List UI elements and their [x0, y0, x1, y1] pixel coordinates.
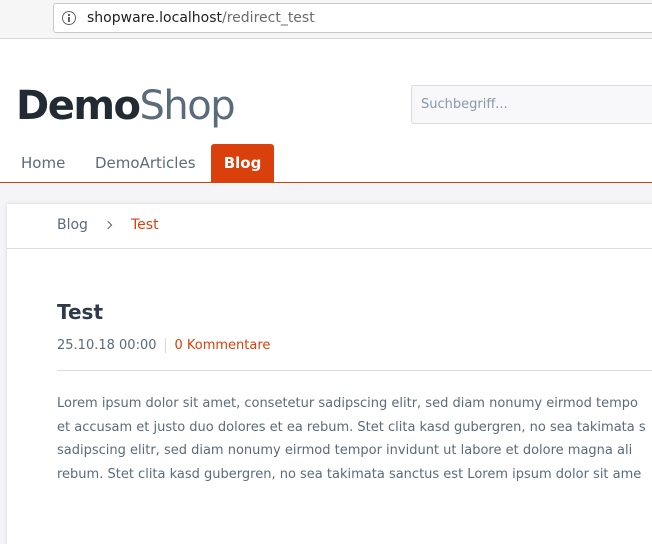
- info-icon[interactable]: [62, 11, 76, 25]
- nav-item-demoarticles[interactable]: DemoArticles: [85, 144, 206, 183]
- meta-divider: [57, 370, 652, 371]
- browser-toolbar: shopware.localhost/redirect_test: [0, 0, 652, 39]
- breadcrumb-item-blog[interactable]: Blog: [57, 217, 88, 233]
- chevron-right-icon: [103, 217, 115, 233]
- url-host: shopware.localhost: [87, 10, 223, 26]
- url-text: shopware.localhost/redirect_test: [87, 10, 315, 26]
- logo-demo-text: Demo: [16, 83, 141, 129]
- post-body-line: et accusam et justo duo dolores et ea re…: [57, 419, 646, 435]
- post-date: 25.10.18 00:00: [57, 338, 166, 353]
- url-path: /redirect_test: [222, 10, 315, 26]
- nav-item-blog[interactable]: Blog: [211, 144, 274, 183]
- breadcrumb: Blog Test: [7, 204, 652, 249]
- breadcrumb-item-test[interactable]: Test: [131, 217, 159, 233]
- post-meta: 25.10.18 00:00 0 Kommentare: [57, 338, 270, 353]
- post-body-line: rebum. Stet clita kasd gubergren, no sea…: [57, 466, 642, 482]
- main-navigation: Home DemoArticles Blog: [0, 144, 652, 183]
- post-body-line: Lorem ipsum dolor sit amet, consetetur s…: [57, 396, 638, 411]
- post-title: Test: [57, 300, 104, 324]
- search-input[interactable]: [411, 85, 652, 124]
- post-body: Lorem ipsum dolor sit amet, consetetur s…: [57, 392, 652, 486]
- nav-item-home[interactable]: Home: [11, 144, 75, 183]
- shop-logo[interactable]: DemoShop: [16, 82, 236, 130]
- address-bar[interactable]: shopware.localhost/redirect_test: [53, 3, 652, 33]
- content-panel: Blog Test Test 25.10.18 00:00 0 Kommentar…: [7, 204, 652, 544]
- logo-shop-text: Shop: [139, 83, 236, 129]
- comments-link[interactable]: 0 Kommentare: [166, 338, 271, 353]
- post-body-line: sadipscing elitr, sed diam nonumy eirmod…: [57, 443, 633, 458]
